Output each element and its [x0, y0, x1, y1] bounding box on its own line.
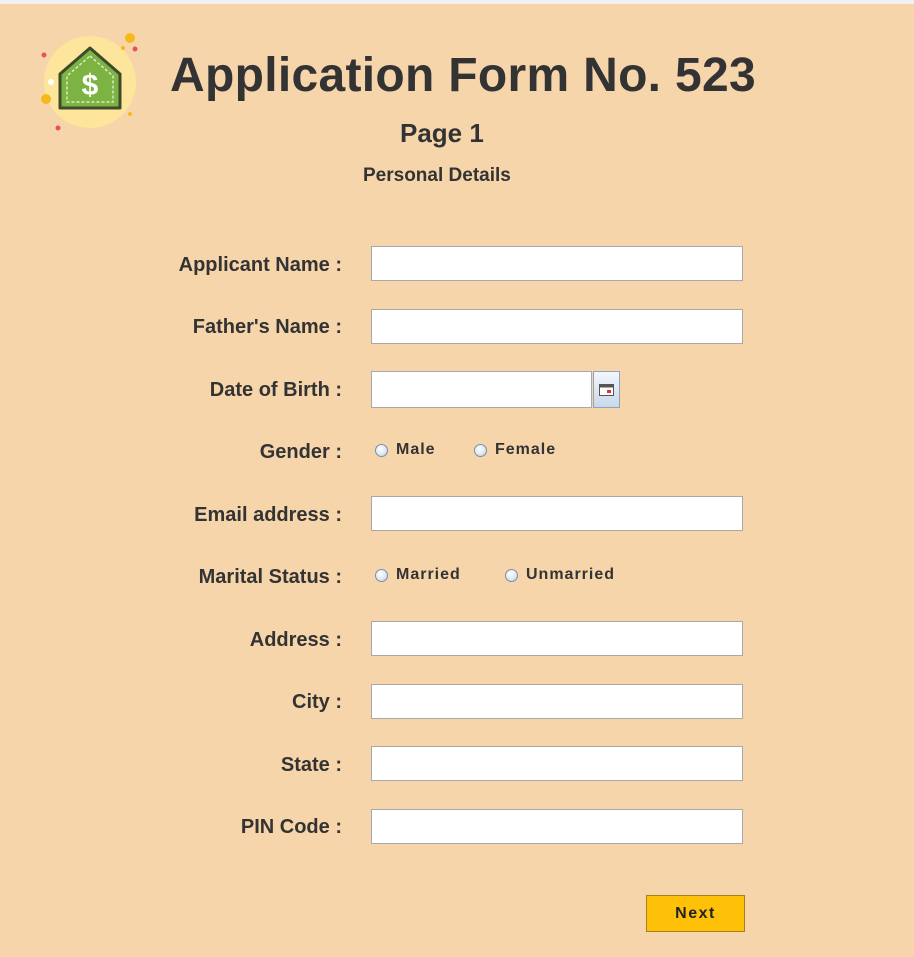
- house-dollar-icon: $: [41, 33, 138, 131]
- marital-unmarried-radio[interactable]: Unmarried: [505, 566, 615, 584]
- gender-male-radio[interactable]: Male: [375, 441, 436, 459]
- email-label: Email address :: [194, 504, 342, 526]
- gender-male-label: Male: [396, 441, 436, 458]
- date-picker-button[interactable]: [593, 371, 620, 408]
- address-label: Address :: [249, 629, 342, 651]
- form-window: $ Application Form No. 523 Page 1 Person…: [0, 4, 914, 957]
- applicant-name-input[interactable]: [371, 246, 743, 281]
- dob-input[interactable]: [371, 371, 592, 408]
- gender-female-radio[interactable]: Female: [474, 441, 556, 459]
- address-input[interactable]: [371, 621, 743, 656]
- state-input[interactable]: [371, 746, 743, 781]
- marital-married-label: Married: [396, 566, 461, 583]
- next-button[interactable]: Next: [646, 895, 745, 932]
- pin-code-label: PIN Code :: [240, 816, 342, 838]
- radio-button[interactable]: [375, 568, 388, 582]
- marital-married-radio[interactable]: Married: [375, 566, 461, 584]
- gender-label: Gender :: [259, 441, 342, 463]
- page-number: Page 1: [400, 118, 484, 148]
- city-input[interactable]: [371, 684, 743, 719]
- email-input[interactable]: [371, 496, 743, 531]
- page-title: Application Form No. 523: [170, 49, 756, 102]
- fathers-name-input[interactable]: [371, 309, 743, 344]
- city-label: City :: [292, 691, 342, 713]
- dob-label: Date of Birth :: [209, 379, 342, 401]
- fathers-name-label: Father's Name :: [192, 316, 342, 338]
- section-heading: Personal Details: [363, 165, 511, 186]
- applicant-name-label: Applicant Name :: [178, 254, 342, 276]
- gender-female-label: Female: [495, 441, 557, 458]
- svg-text:$: $: [82, 69, 99, 102]
- radio-button[interactable]: [474, 443, 487, 457]
- marital-unmarried-label: Unmarried: [526, 566, 616, 583]
- radio-button[interactable]: [505, 568, 518, 582]
- calendar-icon: [599, 383, 614, 396]
- pin-code-input[interactable]: [371, 809, 743, 844]
- state-label: State :: [280, 754, 342, 776]
- marital-status-label: Marital Status :: [198, 566, 342, 588]
- radio-button[interactable]: [375, 443, 388, 457]
